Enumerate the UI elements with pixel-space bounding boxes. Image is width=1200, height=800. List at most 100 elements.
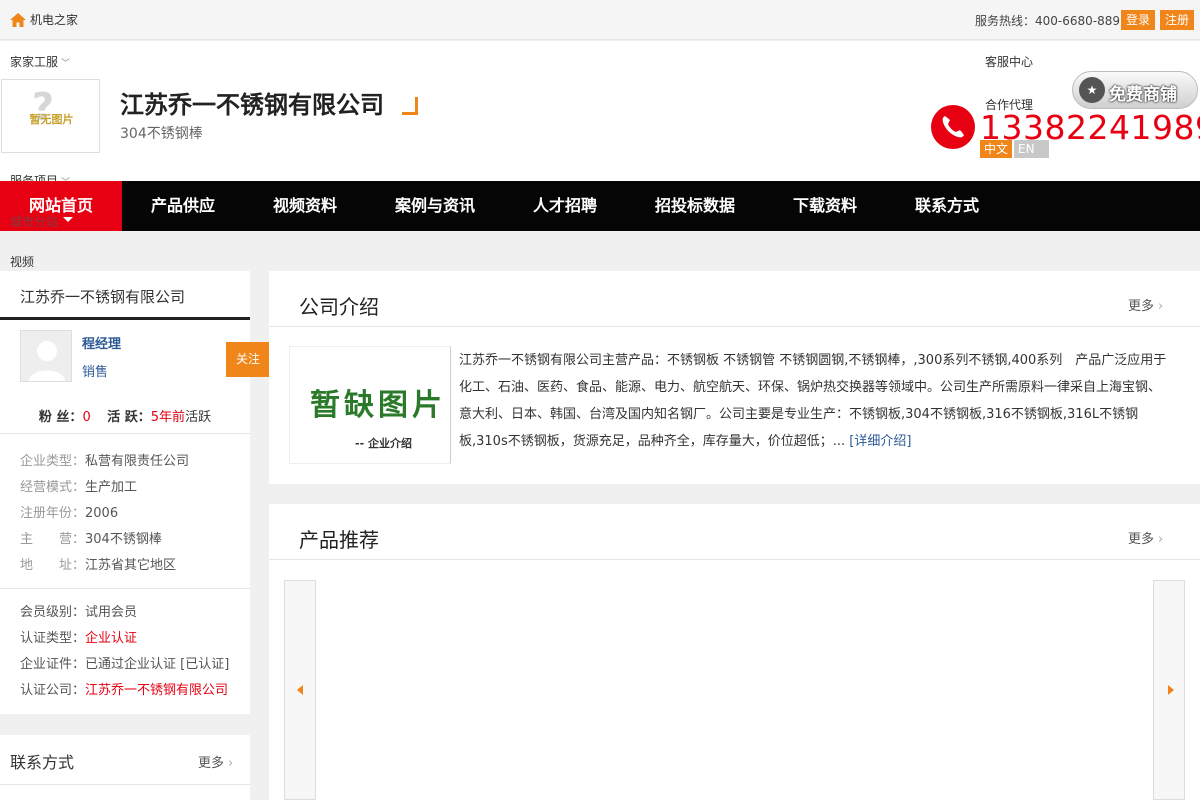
more-label: 更多	[1128, 299, 1155, 314]
caret-down-icon	[63, 217, 73, 222]
nav-item-news[interactable]: 案例与资讯	[395, 181, 475, 231]
phone-icon	[931, 105, 975, 149]
arrow-right-icon	[1168, 685, 1174, 695]
info-key: 会员级别：	[20, 605, 86, 620]
avatar	[20, 330, 72, 382]
contact-person-role: 销售	[82, 365, 109, 380]
info-value: 企业认证	[85, 631, 138, 646]
activity-label: 活 跃：	[107, 410, 151, 425]
home-icon	[10, 12, 26, 27]
contact-section: 联系方式 更多 ›	[0, 735, 250, 800]
company-intro-panel: 公司介绍 更多 › 暂缺图片 -- 企业介绍 江苏乔一不锈钢有限公司主营产品：不锈…	[269, 271, 1200, 484]
fans-activity-row: 粉 丝：0 活 跃：5年前活跃	[0, 402, 250, 434]
company-name: 江苏乔一不锈钢有限公司	[120, 91, 384, 119]
info-row-address: 地 址：江苏省其它地区	[20, 556, 176, 576]
subnav-strip: 视频	[0, 231, 1200, 271]
intro-image: 暂缺图片 -- 企业介绍	[289, 346, 451, 464]
info-row-cert-type: 认证类型：企业认证	[20, 629, 137, 649]
top-bar: 机电之家 服务热线：400-6680-889 登录 注册	[0, 0, 1200, 40]
contact-more-link[interactable]: 更多 ›	[198, 752, 233, 771]
home-link[interactable]: 机电之家	[10, 11, 78, 28]
home-service-menu[interactable]: 家家工服 ﹀	[10, 53, 70, 70]
free-shop-text: 免费商铺	[1109, 85, 1177, 105]
info-value: 2006	[85, 506, 119, 521]
nav-item-bidding[interactable]: 招投标数据	[655, 181, 735, 231]
intro-title: 公司介绍	[299, 295, 379, 319]
contact-person-name[interactable]: 程经理	[82, 333, 121, 352]
info-value[interactable]: 江苏乔一不锈钢有限公司	[85, 683, 228, 698]
intro-more-link[interactable]: 更多 ›	[1128, 295, 1163, 314]
info-row-company-type: 企业类型：私营有限责任公司	[20, 452, 189, 472]
nav-item-jobs[interactable]: 人才招聘	[533, 181, 597, 231]
info-key: 企业证件：	[20, 657, 86, 672]
fans-count: 0	[82, 410, 91, 425]
phone-number: 13382241989	[980, 108, 1200, 147]
info-key: 注册年份：	[20, 506, 86, 521]
info-key: 主 营：	[20, 532, 86, 547]
sidebar-title-underline	[0, 317, 250, 320]
info-row-member-level: 会员级别：试用会员	[20, 603, 137, 623]
contact-title: 联系方式	[10, 753, 75, 772]
products-more-link[interactable]: 更多 ›	[1128, 528, 1163, 547]
lang-en-button[interactable]: EN	[1014, 140, 1049, 158]
info-row-main-product: 主 营：304不锈钢棒	[20, 530, 162, 550]
detail-link[interactable]: [详细介绍]	[849, 434, 911, 449]
info-row-business-mode: 经营模式：生产加工	[20, 478, 137, 498]
info-key: 经营模式：	[20, 480, 86, 495]
info-value: 江苏省其它地区	[85, 558, 177, 573]
chevron-down-icon: ﹀	[61, 59, 71, 69]
info-value: 试用会员	[85, 605, 138, 620]
hotline-text: 服务热线：400-6680-889	[975, 14, 1121, 28]
chevron-right-icon: ›	[228, 756, 234, 771]
info-value: 生产加工	[85, 480, 138, 495]
customer-center-link[interactable]: 客服中心	[985, 53, 1033, 70]
info-row-cert-company: 认证公司：江苏乔一不锈钢有限公司	[20, 681, 228, 701]
info-value: 已通过企业认证 [已认证]	[85, 657, 230, 672]
login-button[interactable]: 登录	[1121, 10, 1156, 30]
info-row-cert-doc: 企业证件：已通过企业认证 [已认证]	[20, 655, 229, 675]
site-name: 机电之家	[30, 13, 79, 27]
intro-body: 江苏乔一不锈钢有限公司主营产品：不锈钢板 不锈钢管 不锈钢圆钢,不锈钢棒，,30…	[459, 353, 1167, 449]
fans-label: 粉 丝：	[38, 410, 83, 425]
register-button[interactable]: 注册	[1160, 10, 1195, 30]
info-row-reg-year: 注册年份：2006	[20, 504, 118, 524]
city-substation-menu[interactable]: 城市分站	[10, 213, 58, 230]
nav-item-contact[interactable]: 联系方式	[915, 181, 979, 231]
corner-decoration	[402, 97, 418, 115]
intro-text: 江苏乔一不锈钢有限公司主营产品：不锈钢板 不锈钢管 不锈钢圆钢,不锈钢棒，,30…	[459, 347, 1169, 455]
info-key: 企业类型：	[20, 454, 86, 469]
follow-button[interactable]: 关注	[226, 342, 270, 377]
nav-item-videos[interactable]: 视频资料	[273, 181, 337, 231]
info-value: 私营有限责任公司	[85, 454, 190, 469]
arrow-left-icon	[297, 685, 303, 695]
intro-image-subtext: -- 企业介绍	[355, 437, 412, 450]
nav-item-products[interactable]: 产品供应	[151, 181, 215, 231]
header: 家家工服 ﹀ ? 暂无图片 江苏乔一不锈钢有限公司 304不锈钢棒 客服中心 合作…	[0, 41, 1200, 188]
main-nav: 网站首页 产品供应 视频资料 案例与资讯 人才招聘 招投标数据 下载资料 联系方…	[0, 181, 1200, 231]
chevron-right-icon: ›	[1158, 532, 1164, 547]
intro-image-text: 暂缺图片	[310, 388, 446, 423]
info-key: 认证公司：	[20, 683, 86, 698]
info-key: 认证类型：	[20, 631, 86, 646]
nav-item-downloads[interactable]: 下载资料	[793, 181, 857, 231]
divider	[0, 784, 250, 785]
home-service-label: 家家工服	[10, 55, 59, 69]
products-title: 产品推荐	[299, 528, 379, 552]
slider-prev-button[interactable]	[284, 580, 316, 800]
divider	[269, 559, 1200, 560]
more-label: 更多	[198, 756, 225, 771]
video-menu[interactable]: 视频	[10, 253, 34, 270]
chevron-right-icon: ›	[1158, 299, 1164, 314]
activity-time: 5年前	[150, 410, 186, 425]
divider	[269, 326, 1200, 327]
products-panel: 产品推荐 更多 ›	[269, 504, 1200, 800]
activity-suffix: 活跃	[185, 410, 212, 425]
shield-icon: ★	[1079, 77, 1105, 103]
info-key: 地 址：	[20, 558, 86, 573]
slider-next-button[interactable]	[1153, 580, 1185, 800]
company-sidebar: 江苏乔一不锈钢有限公司 程经理 销售 关注 粉 丝：0 活 跃：5年前活跃 企业…	[0, 271, 270, 714]
lang-cn-button[interactable]: 中文	[980, 140, 1013, 158]
company-logo: ? 暂无图片	[1, 79, 100, 153]
free-shop-badge[interactable]: ★ 免费商铺	[1072, 71, 1198, 109]
more-label: 更多	[1128, 532, 1155, 547]
